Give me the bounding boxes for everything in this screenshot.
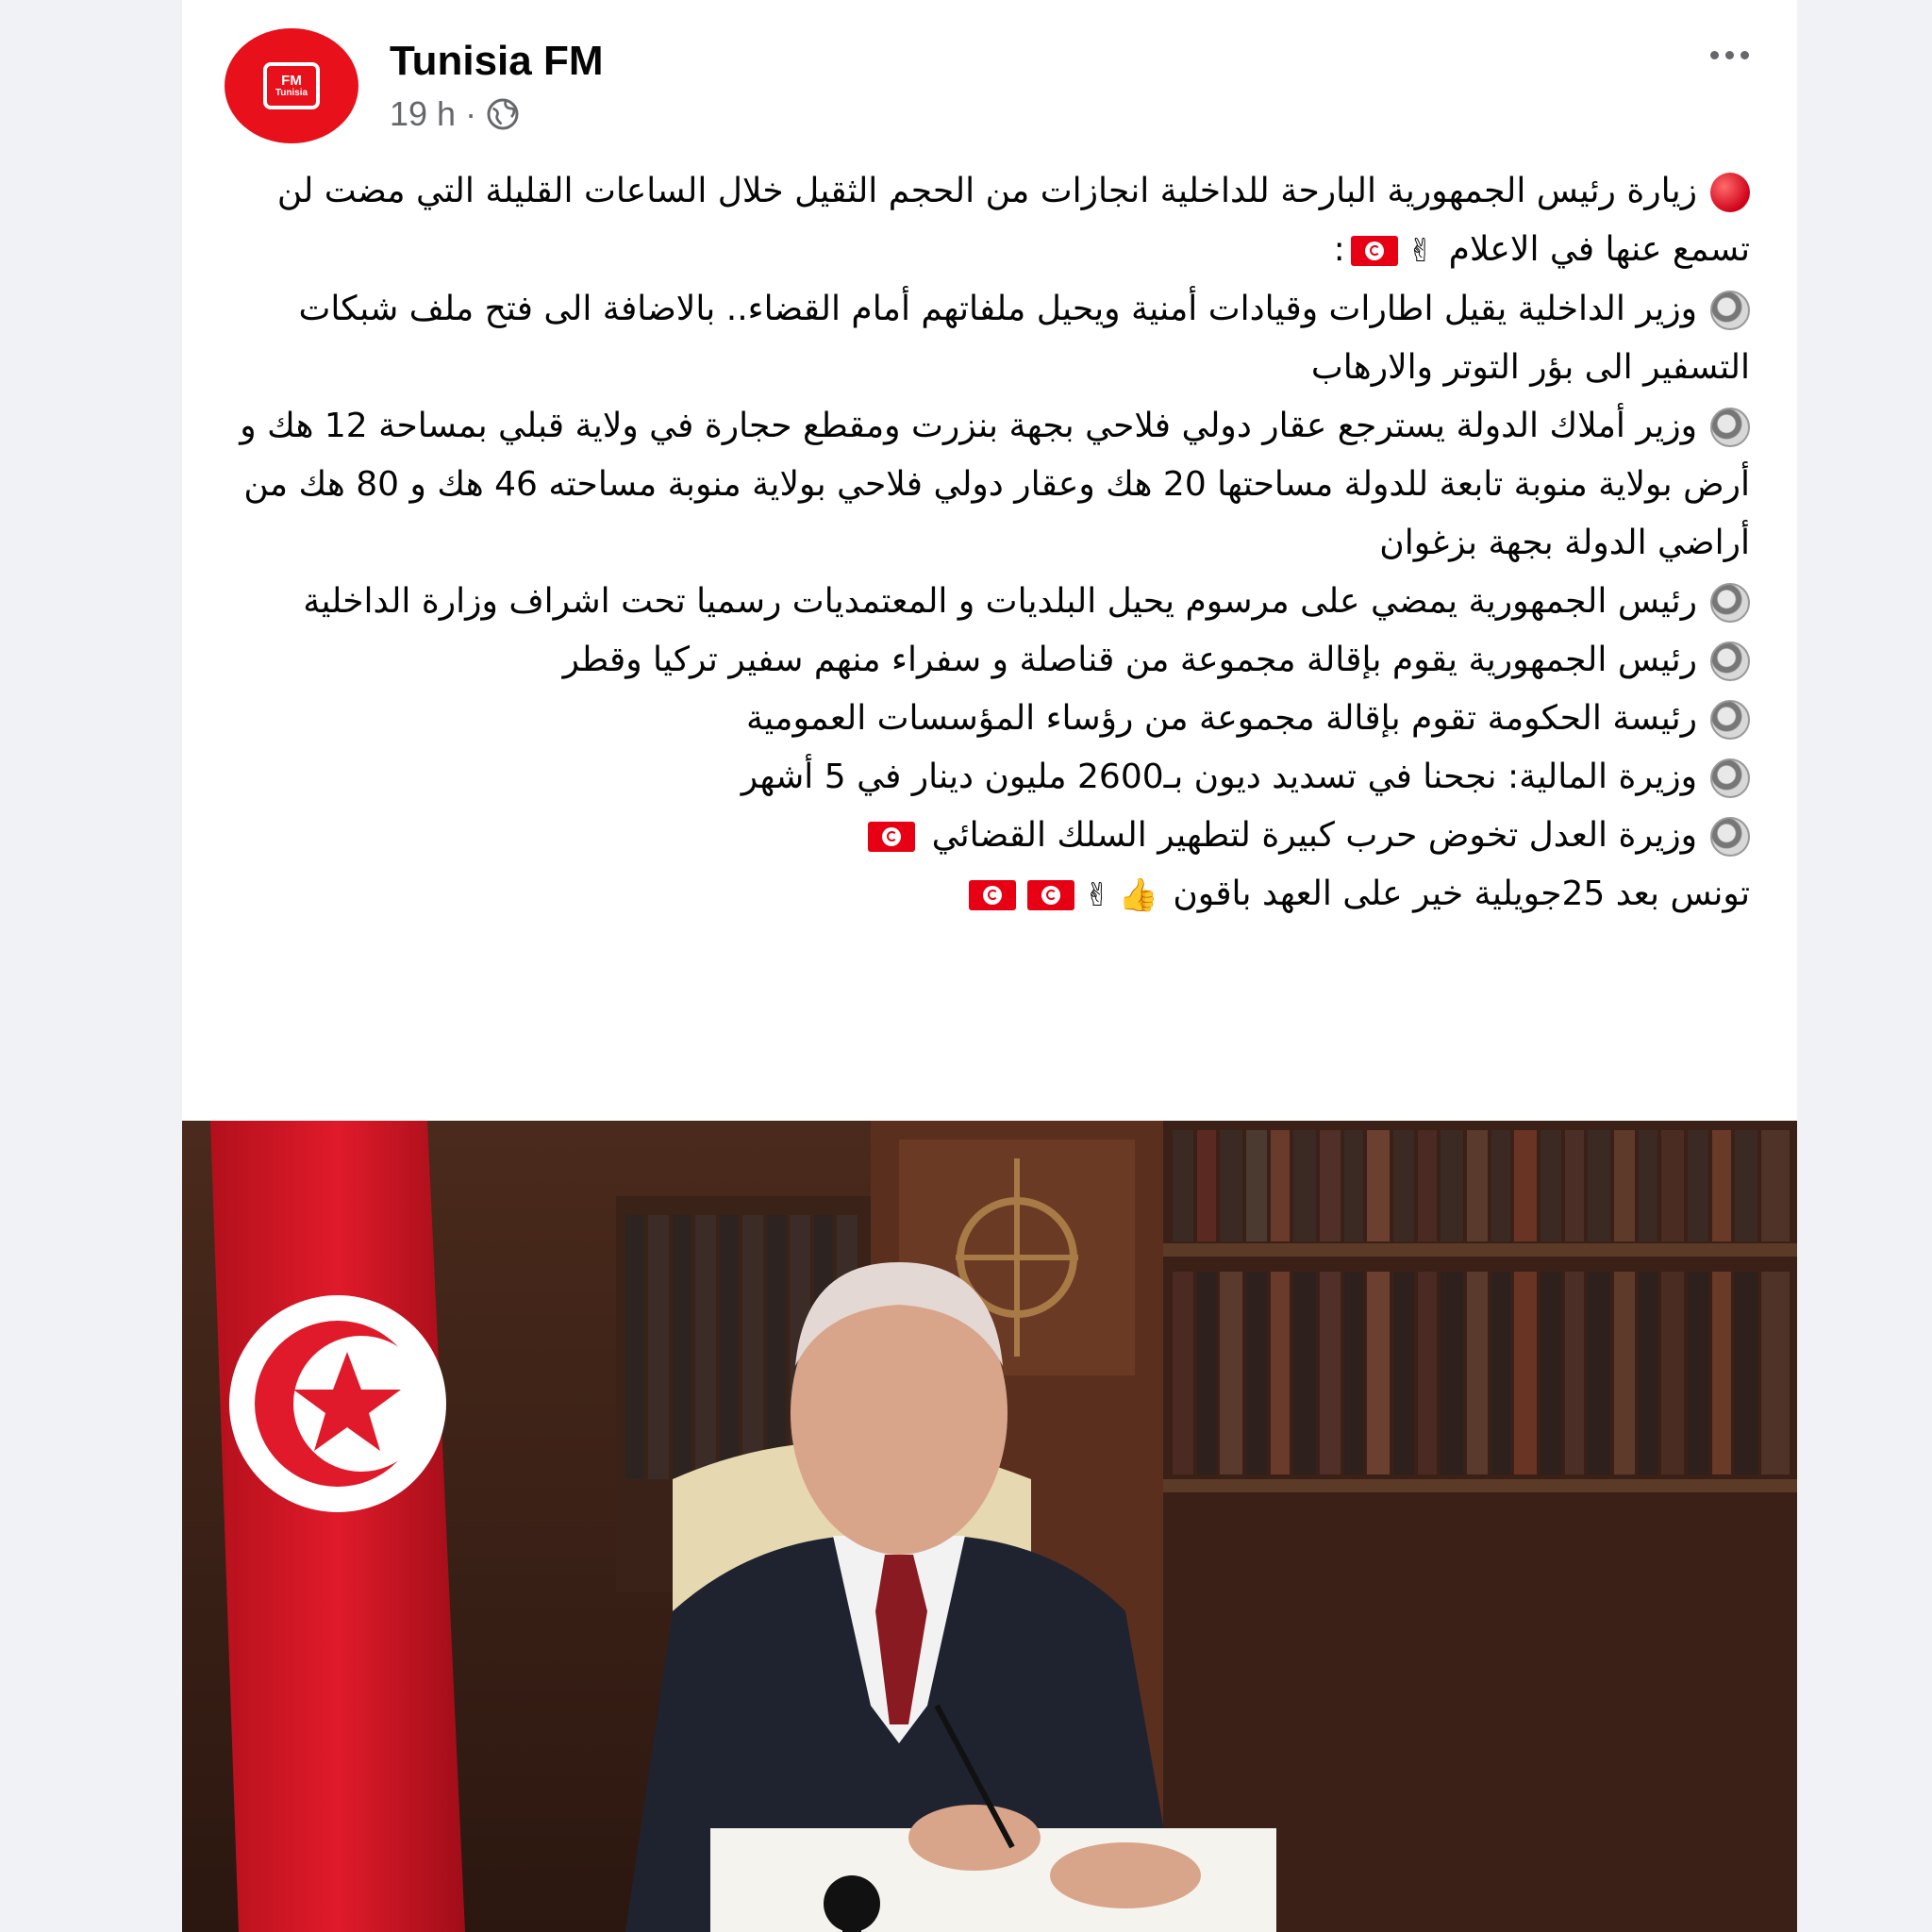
post-timestamp[interactable]: 19 h	[390, 94, 456, 134]
dot-icon	[1724, 50, 1734, 59]
tunisia-flag-icon	[1027, 880, 1075, 910]
radio-button-icon	[1710, 758, 1750, 798]
radio-button-icon	[1710, 583, 1750, 623]
thumbs-up-icon: 👍	[1118, 876, 1158, 914]
tunisia-flag-icon	[1350, 236, 1398, 266]
radio-button-icon	[1710, 700, 1750, 740]
dot-icon	[1740, 50, 1749, 59]
radio-logo-icon: FM Tunisia	[263, 62, 320, 109]
post-meta: 19 h ·	[390, 94, 520, 134]
list-item-text: وزيرة العدل تخوض حرب كبيرة لتطهير السلك …	[931, 816, 1697, 855]
meta-separator: ·	[465, 94, 477, 133]
list-item: وزير أملاك الدولة يسترجع عقار دولي فلاحي…	[227, 397, 1750, 573]
radio-button-icon	[1710, 817, 1750, 857]
list-item-text: رئيس الجمهورية يقوم بإقالة مجموعة من قنا…	[562, 641, 1697, 679]
dot-icon	[1709, 50, 1719, 59]
list-item: رئيس الجمهورية يقوم بإقالة مجموعة من قنا…	[227, 631, 1750, 690]
list-item: رئيس الجمهورية يمضي على مرسوم يحيل البلد…	[227, 573, 1750, 631]
post-photo[interactable]	[182, 1121, 1797, 1932]
victory-hand-icon: ✌	[1407, 232, 1435, 270]
list-item-text: رئيس الجمهورية يمضي على مرسوم يحيل البلد…	[303, 582, 1697, 621]
list-item: رئيسة الحكومة تقوم بإقالة مجموعة من رؤسا…	[227, 690, 1750, 748]
post-photo-image	[182, 1121, 1797, 1932]
tunisia-flag-icon	[969, 880, 1017, 910]
list-item-text: وزير الداخلية يقيل اطارات وقيادات أمنية …	[298, 290, 1750, 387]
radio-button-icon	[1710, 641, 1750, 681]
post-header: FM Tunisia Tunisia FM 19 h ·	[182, 0, 1797, 151]
radio-button-icon	[1710, 291, 1750, 330]
avatar-logo-fm: FM	[281, 72, 302, 89]
post-intro-text: زيارة رئيس الجمهورية البارحة للداخلية ان…	[276, 172, 1750, 269]
post-intro: زيارة رئيس الجمهورية البارحة للداخلية ان…	[227, 162, 1750, 280]
victory-hand-icon: ✌	[1084, 876, 1111, 914]
more-options-button[interactable]	[1699, 36, 1759, 74]
globe-icon	[487, 98, 519, 130]
avatar-logo-tunisia: Tunisia	[275, 87, 308, 98]
tunisia-flag-icon	[868, 822, 916, 852]
page-name-link[interactable]: Tunisia FM	[390, 38, 604, 85]
post-closing: تونس بعد 25جويلية خير على العهد باقون 👍✌	[227, 865, 1750, 924]
list-item: وزيرة المالية: نجحنا في تسديد ديون بـ260…	[227, 748, 1750, 807]
page-avatar[interactable]: FM Tunisia	[225, 28, 358, 143]
list-item-text: رئيسة الحكومة تقوم بإقالة مجموعة من رؤسا…	[746, 699, 1697, 738]
list-item: وزير الداخلية يقيل اطارات وقيادات أمنية …	[227, 280, 1750, 397]
radio-button-icon	[1710, 408, 1750, 447]
list-item: وزيرة العدل تخوض حرب كبيرة لتطهير السلك …	[227, 807, 1750, 865]
post-card: FM Tunisia Tunisia FM 19 h · زيارة رئيس …	[182, 0, 1797, 1932]
post-closing-text: تونس بعد 25جويلية خير على العهد باقون	[1173, 874, 1750, 913]
red-circle-icon	[1710, 173, 1750, 212]
list-item-text: وزيرة المالية: نجحنا في تسديد ديون بـ260…	[741, 758, 1697, 796]
post-body-text: زيارة رئيس الجمهورية البارحة للداخلية ان…	[227, 162, 1750, 924]
list-item-text: وزير أملاك الدولة يسترجع عقار دولي فلاحي…	[240, 407, 1750, 562]
post-intro-colon: :	[1333, 230, 1345, 269]
